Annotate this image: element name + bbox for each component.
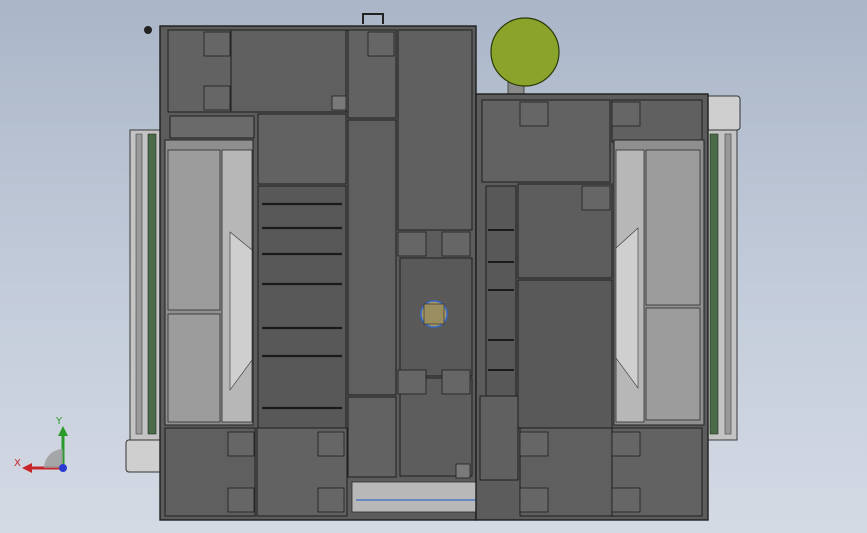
green-sphere-part: [490, 17, 560, 95]
cad-viewport[interactable]: [0, 0, 867, 533]
right-housing: [475, 93, 709, 521]
left-housing: [159, 25, 518, 521]
x-axis-label: X: [14, 458, 21, 469]
coordinate-triad: Y X: [14, 416, 68, 473]
y-axis-label: Y: [55, 416, 63, 427]
z-axis-dot: [59, 464, 67, 472]
top-handle: [362, 13, 384, 24]
